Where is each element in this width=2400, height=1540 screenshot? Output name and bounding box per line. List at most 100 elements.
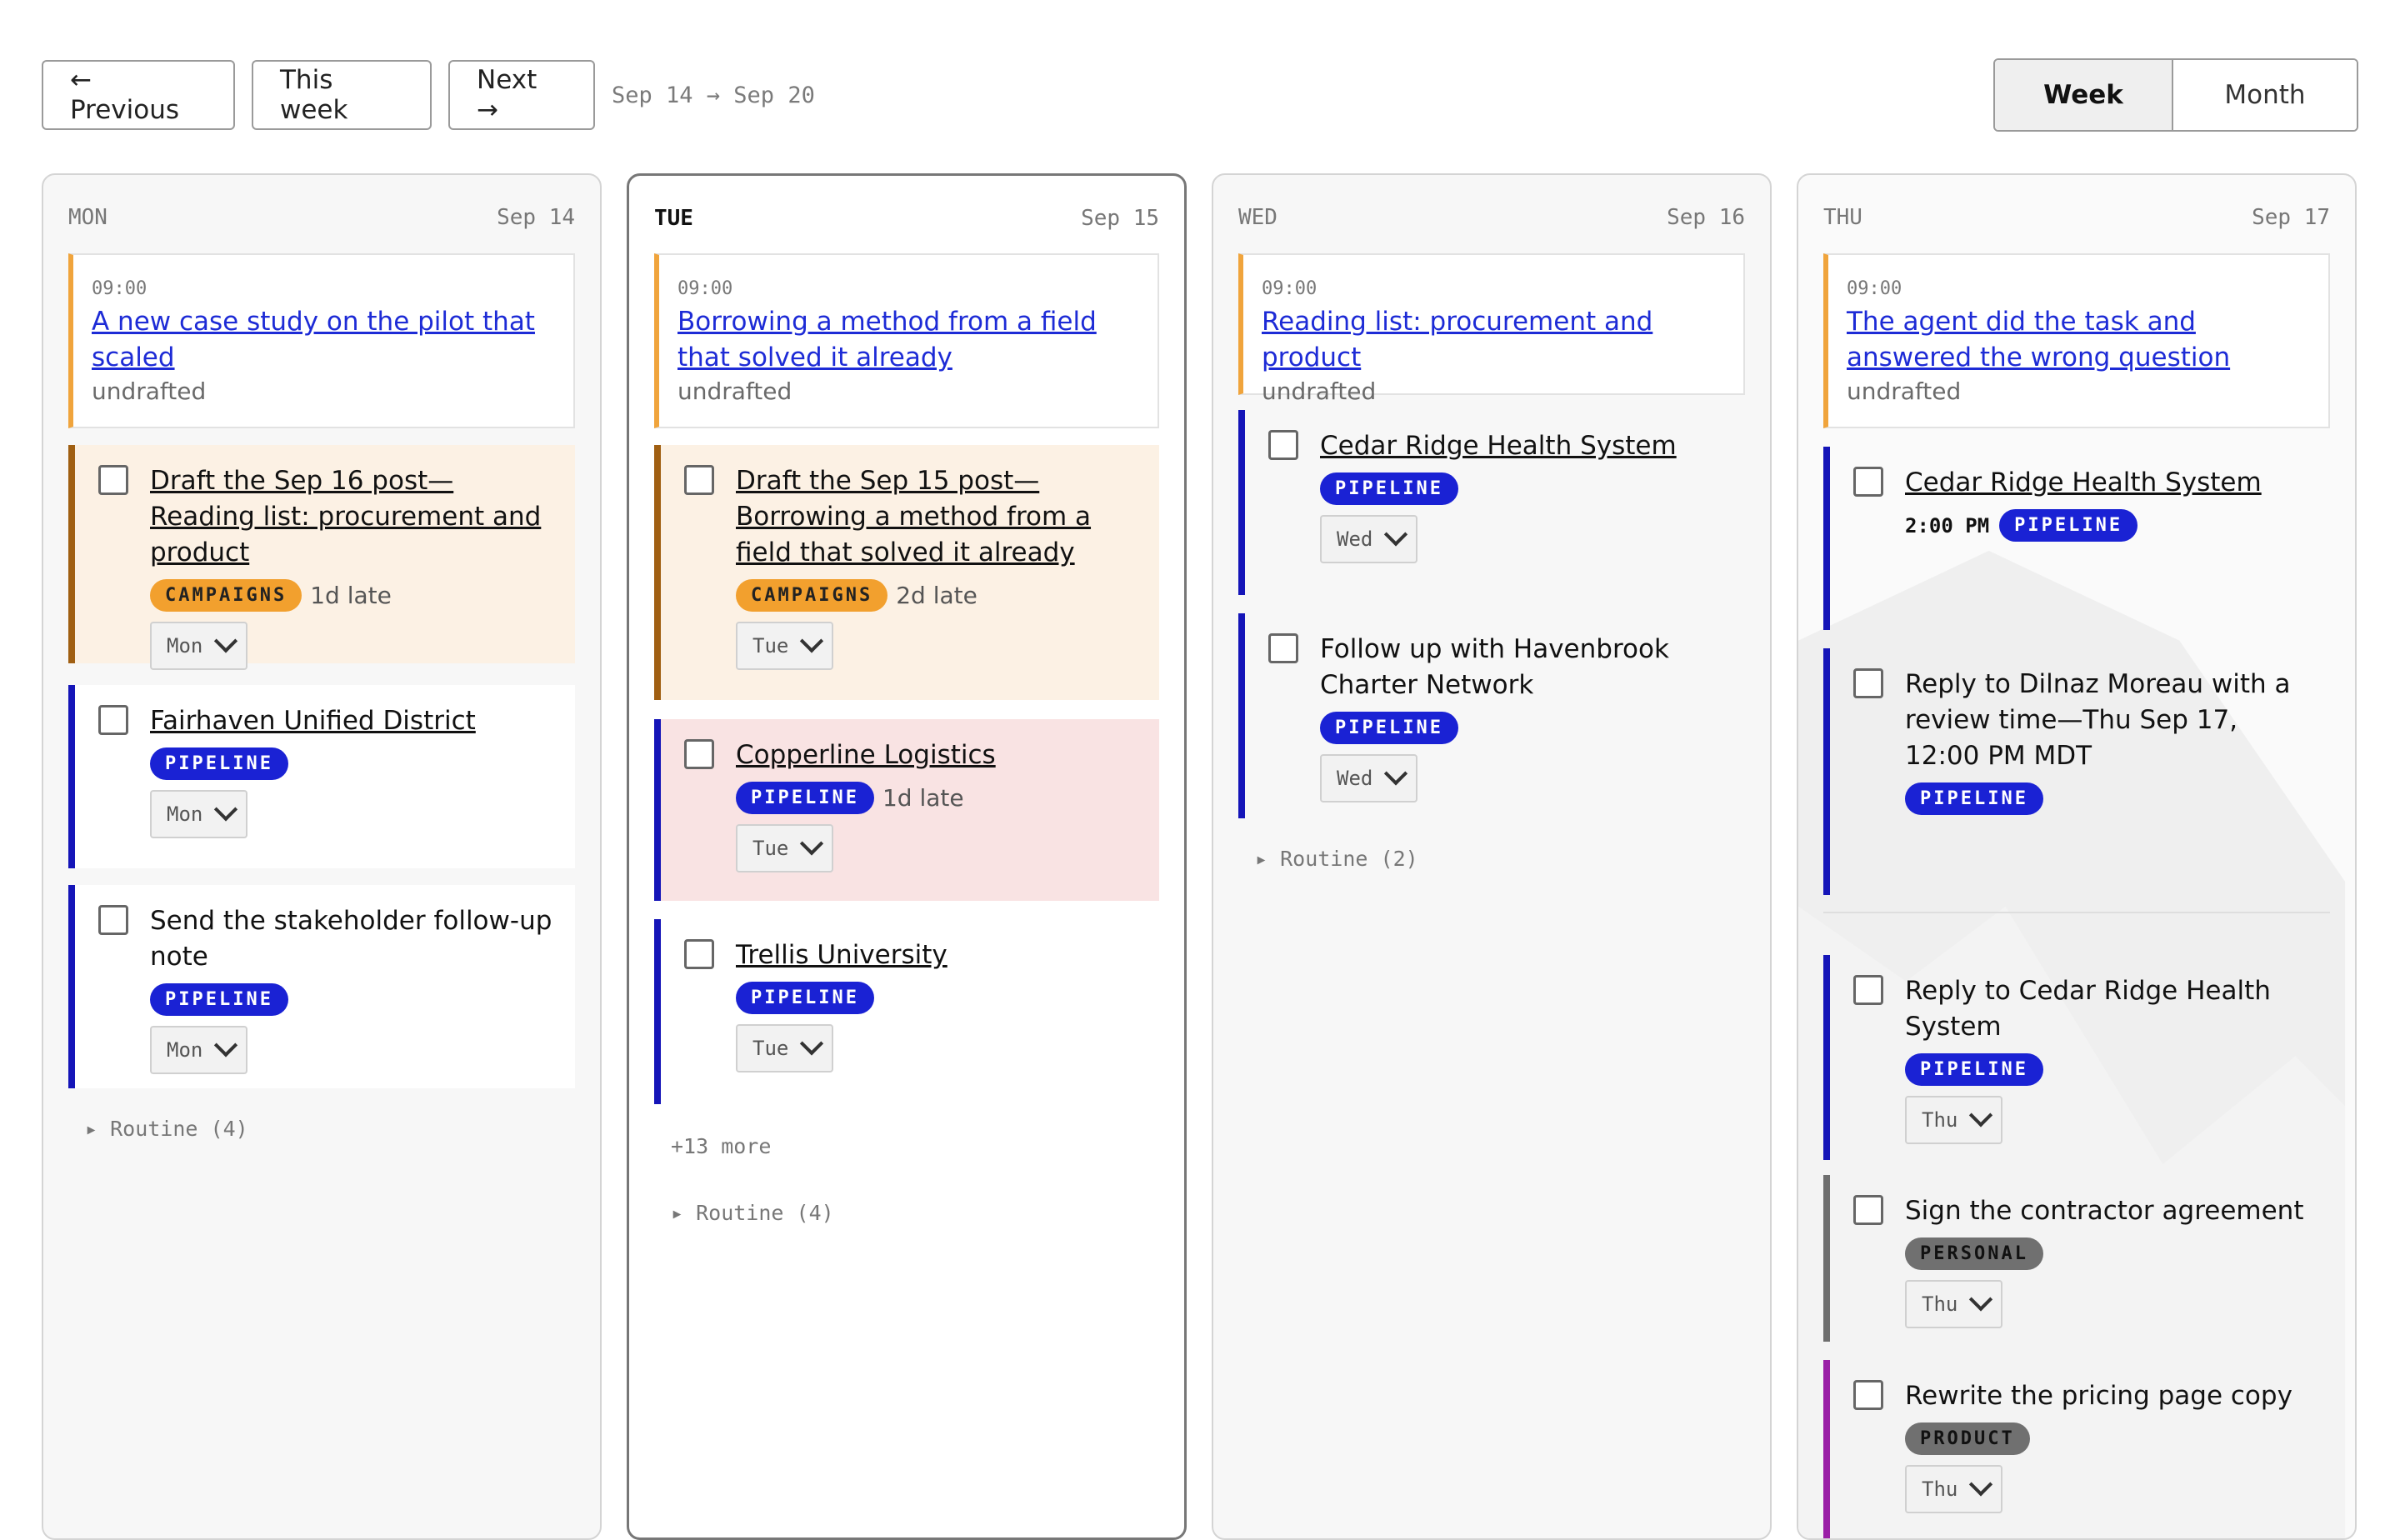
day-select-value: Thu	[1922, 1108, 1958, 1132]
day-select[interactable]: Tue	[736, 824, 834, 872]
day-select[interactable]: Thu	[1905, 1465, 2003, 1513]
task-card: Trellis University PIPELINE Tue	[654, 919, 1159, 1104]
scheduled-post: 09:00 The agent did the task and answere…	[1823, 253, 2330, 428]
scheduled-post: 09:00 Reading list: procurement and prod…	[1238, 253, 1745, 405]
task-checkbox[interactable]	[1853, 1380, 1883, 1410]
section-divider	[1823, 912, 2330, 913]
post-time: 09:00	[678, 278, 733, 299]
chevron-down-icon	[800, 832, 824, 856]
day-header: MON Sep 14	[68, 205, 575, 230]
task-title-link[interactable]: Cedar Ridge Health System	[1905, 465, 2313, 501]
day-select-value: Thu	[1922, 1478, 1958, 1501]
task-title-link[interactable]: Draft the Sep 15 post—Borrowing a method…	[736, 463, 1142, 571]
post-title-link[interactable]: Borrowing a method from a field that sol…	[678, 304, 1139, 376]
chevron-down-icon	[214, 629, 238, 653]
post-title-link[interactable]: The agent did the task and answered the …	[1847, 304, 2310, 376]
day-date: Sep 17	[2252, 205, 2330, 230]
day-select[interactable]: Mon	[150, 790, 248, 838]
task-checkbox[interactable]	[1268, 430, 1298, 460]
post-status: undrafted	[92, 378, 207, 405]
day-column-mon: MON Sep 14 09:00 A new case study on the…	[42, 173, 602, 1540]
task-card: Follow up with Havenbrook Charter Networ…	[1238, 613, 1745, 818]
view-toggle: Week Month	[1993, 58, 2358, 132]
task-title: Sign the contractor agreement	[1905, 1196, 2304, 1226]
task-title-link[interactable]: Fairhaven Unified District	[150, 703, 558, 739]
task-title-link[interactable]: Draft the Sep 16 post—Reading list: proc…	[150, 463, 558, 571]
task-checkbox[interactable]	[684, 465, 714, 495]
previous-week-button[interactable]: ← Previous	[42, 60, 235, 130]
day-select[interactable]: Wed	[1320, 515, 1418, 563]
post-time: 09:00	[1847, 278, 1902, 299]
tag-badge: CAMPAIGNS	[150, 579, 302, 612]
day-select-value: Tue	[752, 1037, 789, 1060]
post-status: undrafted	[1262, 378, 1377, 405]
day-name: WED	[1238, 205, 1278, 230]
task-checkbox[interactable]	[684, 939, 714, 969]
scheduled-post: 09:00 A new case study on the pilot that…	[68, 253, 575, 428]
tag-badge: PIPELINE	[736, 782, 874, 814]
task-checkbox[interactable]	[1853, 467, 1883, 497]
post-status: undrafted	[678, 378, 792, 405]
task-card: Sign the contractor agreement PERSONAL T…	[1823, 1175, 2330, 1342]
month-view-button[interactable]: Month	[2173, 60, 2357, 130]
task-checkbox[interactable]	[684, 739, 714, 769]
routine-toggle[interactable]: ▸ Routine (4)	[671, 1201, 834, 1225]
post-time: 09:00	[92, 278, 148, 299]
day-select[interactable]: Thu	[1905, 1096, 2003, 1144]
task-checkbox[interactable]	[98, 465, 128, 495]
day-header: WED Sep 16	[1238, 205, 1745, 230]
chevron-down-icon	[1969, 1103, 1993, 1128]
chevron-down-icon	[1384, 762, 1408, 786]
week-view-button[interactable]: Week	[1995, 60, 2173, 130]
tag-badge: PIPELINE	[1905, 1053, 2043, 1086]
task-title: Reply to Dilnaz Moreau with a review tim…	[1905, 669, 2291, 771]
tag-badge: PIPELINE	[1320, 472, 1458, 505]
next-week-button[interactable]: Next →	[448, 60, 595, 130]
task-title-link[interactable]: Copperline Logistics	[736, 738, 1142, 773]
day-select-value: Thu	[1922, 1292, 1958, 1316]
routine-toggle[interactable]: ▸ Routine (2)	[1255, 847, 1418, 871]
task-card: Copperline Logistics PIPELINE 1d late Tue	[654, 719, 1159, 901]
tag-badge: PIPELINE	[150, 748, 288, 780]
tag-badge: PIPELINE	[1905, 782, 2043, 815]
task-checkbox[interactable]	[1853, 668, 1883, 698]
day-select-value: Tue	[752, 837, 789, 860]
day-name: TUE	[654, 206, 693, 231]
task-checkbox[interactable]	[1268, 633, 1298, 663]
day-select[interactable]: Mon	[150, 622, 248, 670]
task-title-link[interactable]: Trellis University	[736, 938, 1142, 973]
task-title: Follow up with Havenbrook Charter Networ…	[1320, 634, 1669, 700]
day-select[interactable]: Tue	[736, 1024, 834, 1072]
more-tasks-link[interactable]: +13 more	[671, 1134, 771, 1158]
day-select[interactable]: Tue	[736, 622, 834, 670]
this-week-button[interactable]: This week	[252, 60, 432, 130]
post-status: undrafted	[1847, 378, 1962, 405]
post-title-link[interactable]: Reading list: procurement and product	[1262, 304, 1725, 376]
chevron-down-icon	[214, 798, 238, 822]
day-select[interactable]: Wed	[1320, 754, 1418, 802]
task-checkbox[interactable]	[1853, 975, 1883, 1005]
day-date: Sep 14	[497, 205, 575, 230]
task-checkbox[interactable]	[98, 705, 128, 735]
day-select[interactable]: Thu	[1905, 1280, 2003, 1328]
tag-badge: PIPELINE	[1999, 509, 2138, 542]
task-checkbox[interactable]	[1853, 1195, 1883, 1225]
task-title: Send the stakeholder follow-up note	[150, 906, 552, 972]
day-select-value: Wed	[1337, 528, 1373, 551]
chevron-down-icon	[800, 1032, 824, 1056]
task-card: Reply to Dilnaz Moreau with a review tim…	[1823, 648, 2330, 895]
task-card: Fairhaven Unified District PIPELINE Mon	[68, 685, 575, 868]
task-checkbox[interactable]	[98, 905, 128, 935]
day-select-value: Tue	[752, 634, 789, 658]
scheduled-post: 09:00 Borrowing a method from a field th…	[654, 253, 1159, 428]
task-title-link[interactable]: Cedar Ridge Health System	[1320, 428, 1728, 464]
day-select[interactable]: Mon	[150, 1026, 248, 1074]
routine-toggle[interactable]: ▸ Routine (4)	[85, 1117, 248, 1141]
tag-badge: PRODUCT	[1905, 1422, 2030, 1455]
post-time: 09:00	[1262, 278, 1318, 299]
day-date: Sep 16	[1667, 205, 1745, 230]
day-name: MON	[68, 205, 108, 230]
post-title-link[interactable]: A new case study on the pilot that scale…	[92, 304, 555, 376]
date-range-label: Sep 14 → Sep 20	[612, 82, 815, 108]
task-card: Draft the Sep 15 post—Borrowing a method…	[654, 445, 1159, 700]
